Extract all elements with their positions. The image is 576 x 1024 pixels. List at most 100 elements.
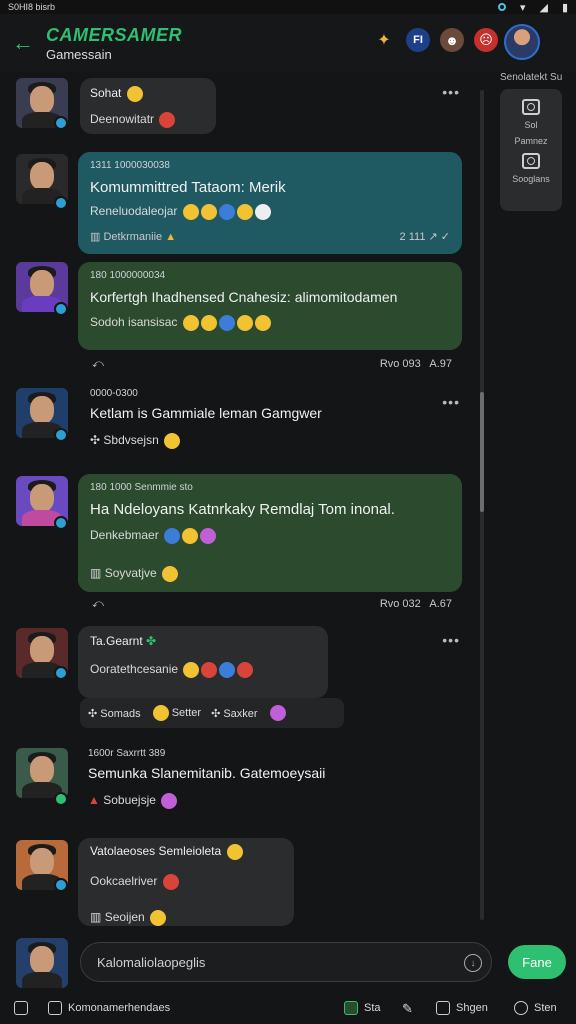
note-icon	[48, 1001, 62, 1015]
message-bubble[interactable]: 1311 1000030038 Komummittred Tataom: Mer…	[78, 152, 462, 254]
reaction-item[interactable]: Setter	[151, 705, 201, 721]
message-meta: 1311 1000030038	[90, 160, 170, 171]
message-bubble[interactable]: Vatolaeoses Semleioleta Ookcaelriver ▥ S…	[78, 838, 294, 926]
battery-icon: ▮	[561, 1, 568, 14]
more-options-icon[interactable]: •••	[442, 632, 460, 648]
download-icon[interactable]: ↓	[464, 954, 482, 972]
header-icons: ✦ FI ☻ ☹	[372, 28, 498, 52]
footer-left: Detkrmaniie	[103, 231, 163, 243]
image-icon	[436, 1001, 450, 1015]
reaction-emoji-icon[interactable]	[269, 705, 286, 721]
composer-avatar[interactable]	[16, 938, 68, 988]
bottom-item-sten[interactable]: Sten	[514, 1001, 557, 1015]
side-item-sub: Pamnez	[514, 136, 548, 146]
wifi-icon: ▾	[519, 1, 526, 14]
bee-icon: ✣	[90, 433, 101, 448]
book-icon[interactable]: ▥	[90, 910, 101, 924]
verified-badge-icon	[54, 196, 68, 210]
message-meta: 1600r Saxrrtt 389	[88, 748, 166, 759]
book-icon[interactable]: ▥	[90, 231, 100, 243]
pen-icon[interactable]: ✎	[402, 1001, 413, 1017]
hand-emoji-icon	[126, 86, 143, 102]
app-brand: CAMERSAMER	[46, 24, 183, 45]
message-title: Semunka Slanemitanib. Gatemoeysaii	[88, 765, 326, 781]
camera-icon[interactable]	[14, 1001, 28, 1015]
fi-badge-icon[interactable]: FI	[406, 28, 430, 52]
app-bar: ← CAMERSAMER Gamessain ✦ FI ☻ ☹	[0, 14, 576, 72]
message-bubble[interactable]: 180 1000 Senmmie sto Ha Ndeloyans Katnrk…	[78, 474, 462, 592]
message-text: Deenowitatr	[90, 112, 206, 128]
message-text: ✣ Sbdvsejsn	[90, 433, 322, 449]
reply-icon[interactable]: ⤺	[92, 598, 104, 610]
bottom-item-shgen[interactable]: Shgen	[436, 1001, 488, 1015]
reply-icon[interactable]: ⤺	[92, 358, 104, 370]
message-text: Ookcaelriver	[90, 874, 282, 890]
message-content[interactable]: 1600r Saxrrtt 389 Semunka Slanemitanib. …	[88, 748, 325, 809]
bottom-left-item[interactable]: Komonamerhendaes	[48, 1001, 170, 1015]
message-input[interactable]	[80, 942, 492, 982]
message-title: Ha Ndeloyans Katnrkaky Remdlaj Tom inona…	[90, 501, 395, 518]
bottom-item-sta[interactable]: Sta	[344, 1001, 381, 1015]
message-text: ▲ Sobuejsje	[88, 793, 325, 809]
chat-subtitle: Gamessain	[46, 46, 112, 62]
angry-icon[interactable]: ☹	[474, 28, 498, 52]
back-arrow-icon[interactable]: ←	[12, 30, 42, 56]
message-bubble[interactable]: 180 1000000034 Korfertgh Ihadhensed Cnah…	[78, 262, 462, 350]
verified-badge-icon	[54, 878, 68, 892]
message-text: Denkebmaer	[90, 528, 450, 544]
composer: ↓ Fane	[0, 934, 576, 992]
message-text: Reneluodaleojar	[90, 204, 450, 220]
side-panel: Senolatekt Su Sol Pamnez Sooglans	[500, 72, 566, 211]
reaction-bar: ✣ Somads Setter ✣ Saxker	[80, 698, 344, 728]
reaction-item[interactable]: ✣ Somads	[88, 707, 141, 720]
status-time: S0HI8 bisrb	[8, 2, 56, 12]
message-author: Vatolaeoses Semleioleta	[90, 844, 282, 860]
side-item-label[interactable]: Sol	[524, 119, 537, 131]
verified-badge-icon	[54, 666, 68, 680]
signal-icon: ◢	[539, 1, 548, 14]
message-title: Ketlam is Gammiale leman Gamgwer	[90, 405, 322, 421]
user-avatar[interactable]	[504, 24, 540, 60]
reaction-item[interactable]: ✣ Saxker	[211, 707, 258, 720]
message-footer: ⤺ Rvo 093 A.97	[92, 358, 452, 371]
side-item-label[interactable]: Sooglans	[512, 173, 550, 185]
more-options-icon[interactable]: •••	[442, 84, 460, 100]
footer-right: Rvo 032 A.67	[379, 598, 452, 610]
message-meta: 180 1000000034	[90, 270, 166, 281]
verified-badge-icon	[54, 428, 68, 442]
message-content[interactable]: 0000-0300 Ketlam is Gammiale leman Gamgw…	[90, 388, 322, 449]
camera-icon[interactable]	[522, 153, 540, 169]
message-title: Komummittred Tataom: Merik	[90, 179, 286, 196]
message-bubble[interactable]: Ta.Gearnt ✤ Ooratethcesanie	[78, 626, 328, 698]
cast-icon	[497, 3, 506, 11]
message-text: Ooratethcesanie	[90, 662, 316, 678]
scrollbar-thumb[interactable]	[480, 392, 484, 512]
send-button[interactable]: Fane	[508, 945, 566, 979]
verified-badge-icon	[54, 516, 68, 530]
message-footer: ▥ Soyvatjve	[90, 566, 450, 582]
message-footer: ▥ Detkrmaniie ▲ 2 111 ↗ ✓	[90, 231, 450, 243]
message-title: Korfertgh Ihadhensed Cnahesiz: alimomito…	[90, 289, 398, 305]
more-options-icon[interactable]: •••	[442, 394, 460, 410]
footer-right: Rvo 093 A.97	[379, 358, 452, 370]
app-titles: CAMERSAMER Gamessain	[46, 25, 182, 62]
verified-badge-icon	[54, 792, 68, 806]
message-meta: 180 1000 Senmmie sto	[90, 482, 193, 493]
edit-icon	[344, 1001, 358, 1015]
message-bubble[interactable]: Sohat Deenowitatr	[80, 78, 216, 134]
camera-icon[interactable]	[522, 99, 540, 115]
avatar[interactable]	[16, 748, 68, 798]
face-icon[interactable]: ☻	[440, 28, 464, 52]
message-author: Ta.Gearnt ✤	[90, 634, 157, 648]
message-text: Sodoh isansisac	[90, 315, 450, 331]
trophy-icon[interactable]: ✦	[372, 28, 396, 52]
emoji-icon	[159, 112, 176, 128]
message-meta: 0000-0300	[90, 388, 138, 399]
message-footer: ▥ Seoijen	[90, 910, 282, 926]
message-footer-row: ⤺ Rvo 032 A.67	[92, 598, 452, 611]
side-panel-title: Senolatekt Su	[500, 72, 563, 83]
book-icon[interactable]: ▥	[90, 566, 101, 580]
footer-right: 2 111 ↗ ✓	[399, 231, 450, 243]
settings-icon	[514, 1001, 528, 1015]
side-panel-card: Sol Pamnez Sooglans	[500, 89, 562, 211]
